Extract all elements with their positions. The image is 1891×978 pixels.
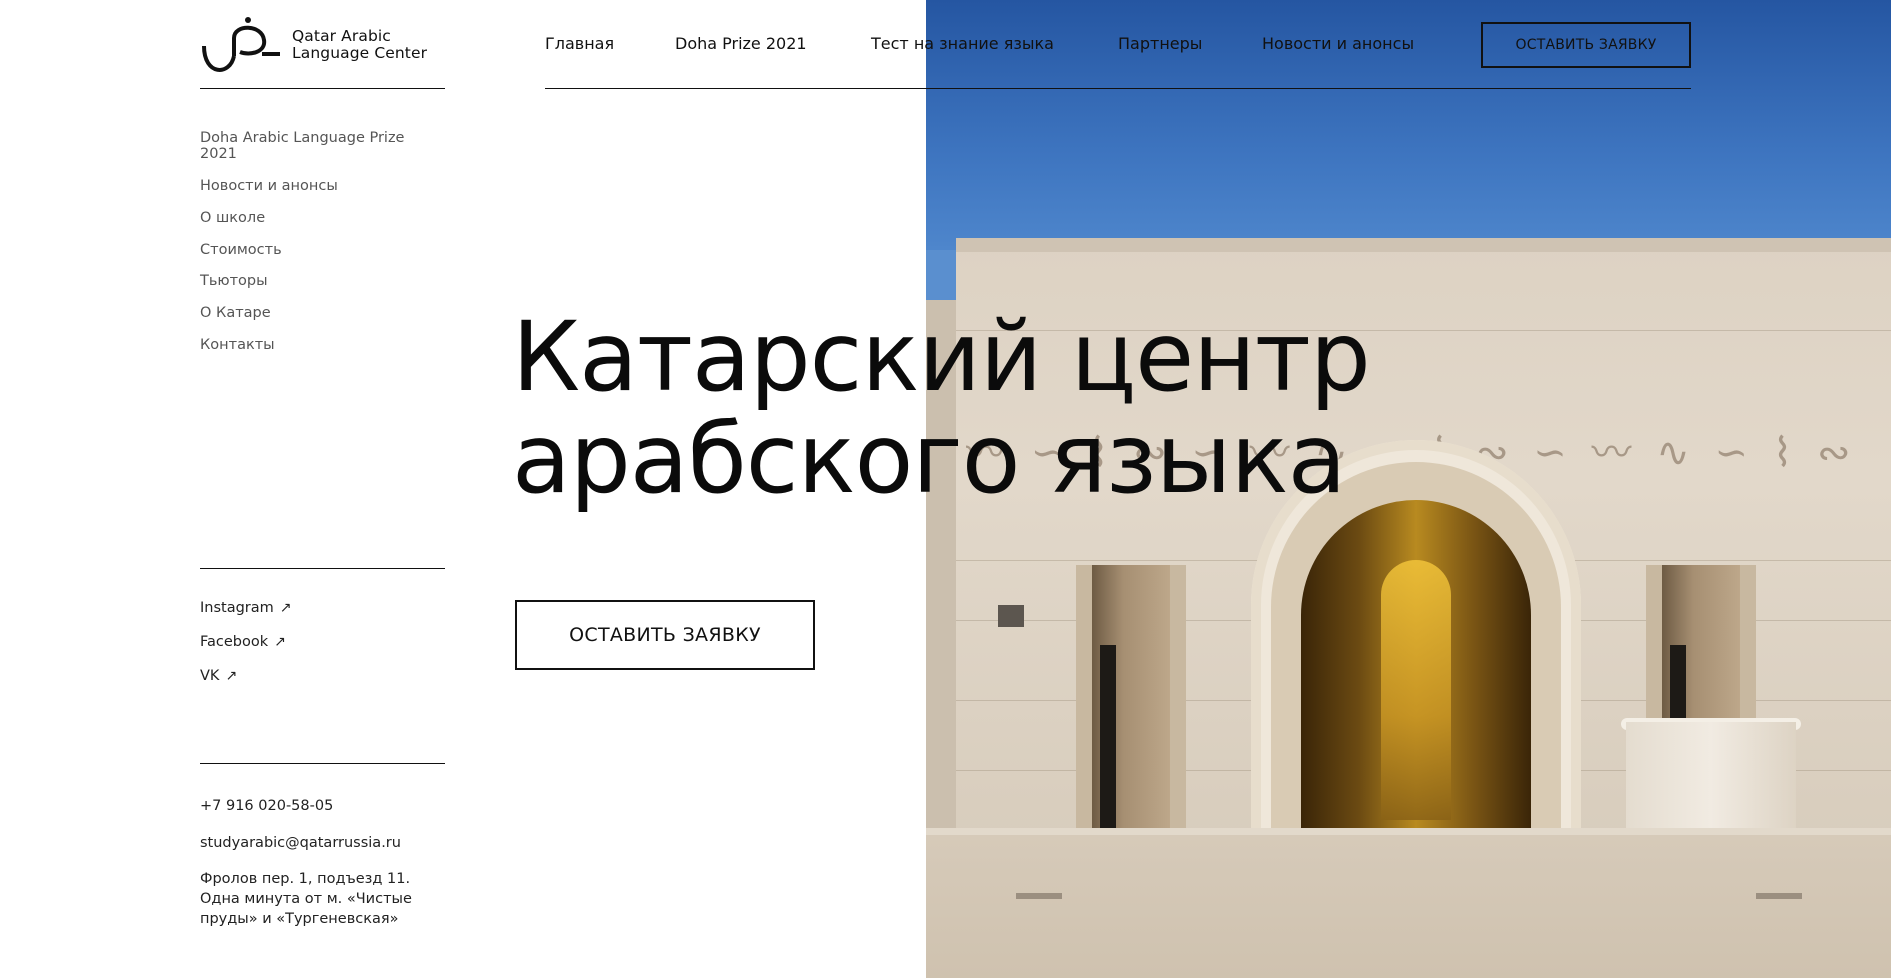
nav-item-home[interactable]: Главная — [545, 34, 675, 53]
logo[interactable]: Qatar Arabic Language Center — [200, 16, 430, 74]
header-apply-button[interactable]: ОСТАВИТЬ ЗАЯВКУ — [1481, 22, 1691, 68]
social-links: Instagram ↗ Facebook ↗ VK ↗ — [200, 600, 292, 702]
email-link[interactable]: studyarabic@qatarrussia.ru — [200, 833, 445, 853]
divider — [545, 88, 1691, 89]
arabic-letter-dad-logo-icon — [202, 17, 280, 72]
page-title-line: Катарский центр — [512, 301, 1371, 413]
sidebar-item-qatar[interactable]: О Катаре — [200, 305, 445, 337]
sidebar-item-contacts[interactable]: Контакты — [200, 337, 445, 357]
sidebar-menu: Doha Arabic Language Prize 2021 Новости … — [200, 130, 445, 357]
divider — [200, 88, 445, 89]
social-link-vk[interactable]: VK ↗ — [200, 668, 292, 702]
hero-apply-button[interactable]: ОСТАВИТЬ ЗАЯВКУ — [515, 600, 815, 670]
address: Фролов пер. 1, подъезд 11. Одна минута о… — [200, 871, 412, 927]
side-doorway-left — [1076, 565, 1186, 835]
phone-link[interactable]: +7 916 020-58-05 — [200, 796, 445, 816]
nav-item-news[interactable]: Новости и анонсы — [1262, 34, 1414, 53]
wall-lamp — [998, 605, 1024, 627]
divider — [200, 763, 445, 764]
social-link-facebook[interactable]: Facebook ↗ — [200, 634, 292, 668]
sidebar-item-tutors[interactable]: Тьюторы — [200, 273, 445, 305]
sidebar-item-news[interactable]: Новости и анонсы — [200, 178, 445, 210]
nav-item-partners[interactable]: Партнеры — [1118, 34, 1262, 53]
page-title: Катарский центр арабского языка — [512, 306, 1412, 510]
logo-text: Qatar Arabic Language Center — [292, 27, 428, 62]
nav-item-language-test[interactable]: Тест на знание языка — [871, 34, 1118, 53]
page-title-line: арабского языка — [512, 403, 1346, 515]
sidebar-item-pricing[interactable]: Стоимость — [200, 242, 445, 273]
stone-floor — [926, 835, 1891, 978]
arrow-up-right-icon: ↗ — [225, 668, 238, 684]
social-link-instagram[interactable]: Instagram ↗ — [200, 600, 292, 634]
sidebar-item-doha-prize[interactable]: Doha Arabic Language Prize 2021 — [200, 130, 445, 178]
arrow-up-right-icon: ↗ — [279, 600, 292, 616]
sidebar-item-about[interactable]: О школе — [200, 210, 445, 242]
top-nav: Главная Doha Prize 2021 Тест на знание я… — [545, 34, 1414, 53]
divider — [200, 568, 445, 569]
arrow-up-right-icon: ↗ — [274, 634, 286, 650]
contacts: +7 916 020-58-05 studyarabic@qatarrussia… — [200, 796, 445, 929]
nav-item-doha-prize[interactable]: Doha Prize 2021 — [675, 34, 871, 53]
